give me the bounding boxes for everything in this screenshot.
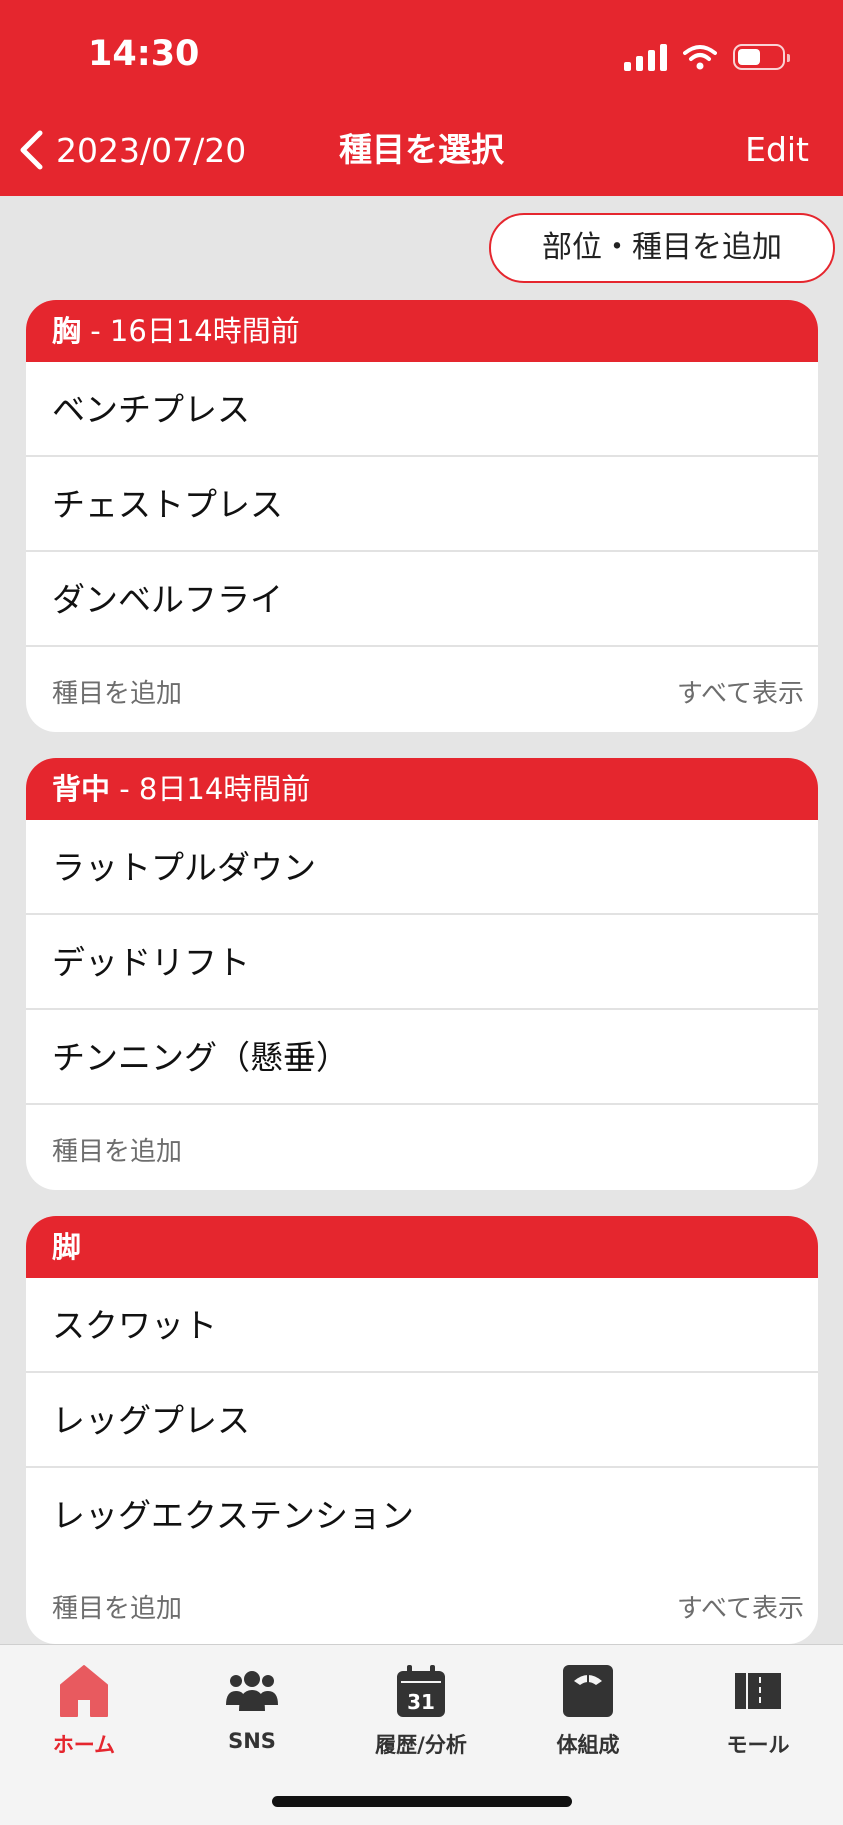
exercise-item[interactable]: ダンベルフライ <box>26 552 818 647</box>
tab-label: 履歴/分析 <box>375 1733 467 1757</box>
exercise-item[interactable]: レッグエクステンション <box>26 1468 818 1563</box>
section-header[interactable]: 胸 - 16日14時間前 <box>26 300 818 362</box>
exercise-item[interactable]: チンニング（懸垂） <box>26 1010 818 1105</box>
header-bar: 14:30 種目を選択 2023/07/20 Edit <box>0 0 843 196</box>
section-footer: 種目を追加 すべて表示 <box>26 647 818 732</box>
add-exercise-link[interactable]: 種目を追加 <box>52 673 182 710</box>
calendar-day: 31 <box>407 1690 435 1714</box>
calendar-icon: 31 <box>397 1665 445 1717</box>
section-footer: 種目を追加 すべて表示 <box>26 1563 818 1644</box>
back-button[interactable]: 2023/07/20 <box>18 120 246 180</box>
section-card-back: 背中 - 8日14時間前 ラットプルダウン デッドリフト チンニング（懸垂） 種… <box>26 758 818 1190</box>
exercise-item[interactable]: スクワット <box>26 1278 818 1373</box>
battery-icon <box>733 44 790 70</box>
scale-icon <box>563 1665 613 1717</box>
section-name: 脚 <box>52 1230 82 1264</box>
home-indicator[interactable] <box>272 1796 572 1807</box>
add-part-exercise-button[interactable]: 部位・種目を追加 <box>489 213 835 283</box>
tab-history[interactable]: 31 履歴/分析 <box>356 1659 486 1759</box>
section-header[interactable]: 脚 <box>26 1216 818 1278</box>
section-last-trained: - 16日14時間前 <box>81 314 300 348</box>
show-all-link[interactable]: すべて表示 <box>677 1588 804 1625</box>
edit-button[interactable]: Edit <box>745 120 809 180</box>
tab-home[interactable]: ホーム <box>19 1659 149 1759</box>
tab-label: 体組成 <box>556 1733 620 1757</box>
cellular-signal-icon <box>624 43 667 71</box>
tab-label: SNS <box>228 1729 276 1753</box>
show-all-link[interactable]: すべて表示 <box>677 673 804 710</box>
home-icon <box>60 1665 108 1717</box>
exercise-item[interactable]: ラットプルダウン <box>26 820 818 915</box>
chevron-left-icon <box>20 130 43 170</box>
add-exercise-link[interactable]: 種目を追加 <box>52 1131 182 1168</box>
wifi-icon <box>683 45 717 70</box>
section-card-legs: 脚 スクワット レッグプレス レッグエクステンション 種目を追加 すべて表示 <box>26 1216 818 1644</box>
section-header[interactable]: 背中 - 8日14時間前 <box>26 758 818 820</box>
exercise-item[interactable]: チェストプレス <box>26 457 818 552</box>
store-icon <box>735 1673 781 1709</box>
section-footer: 種目を追加 <box>26 1105 818 1190</box>
tab-label: モール <box>726 1733 790 1757</box>
tab-body-composition[interactable]: 体組成 <box>523 1659 653 1759</box>
tab-label: ホーム <box>52 1733 116 1757</box>
status-icons <box>624 40 790 74</box>
exercise-item[interactable]: レッグプレス <box>26 1373 818 1468</box>
add-exercise-link[interactable]: 種目を追加 <box>52 1588 182 1625</box>
section-last-trained: - 8日14時間前 <box>110 772 311 806</box>
people-icon <box>226 1671 278 1711</box>
section-name: 背中 <box>52 772 111 806</box>
section-card-chest: 胸 - 16日14時間前 ベンチプレス チェストプレス ダンベルフライ 種目を追… <box>26 300 818 732</box>
tab-mall[interactable]: モール <box>693 1659 823 1759</box>
status-time: 14:30 <box>88 34 200 74</box>
back-label: 2023/07/20 <box>56 130 247 170</box>
exercise-item[interactable]: デッドリフト <box>26 915 818 1010</box>
section-name: 胸 <box>52 314 82 348</box>
tab-sns[interactable]: SNS <box>187 1659 317 1753</box>
exercise-item[interactable]: ベンチプレス <box>26 362 818 457</box>
